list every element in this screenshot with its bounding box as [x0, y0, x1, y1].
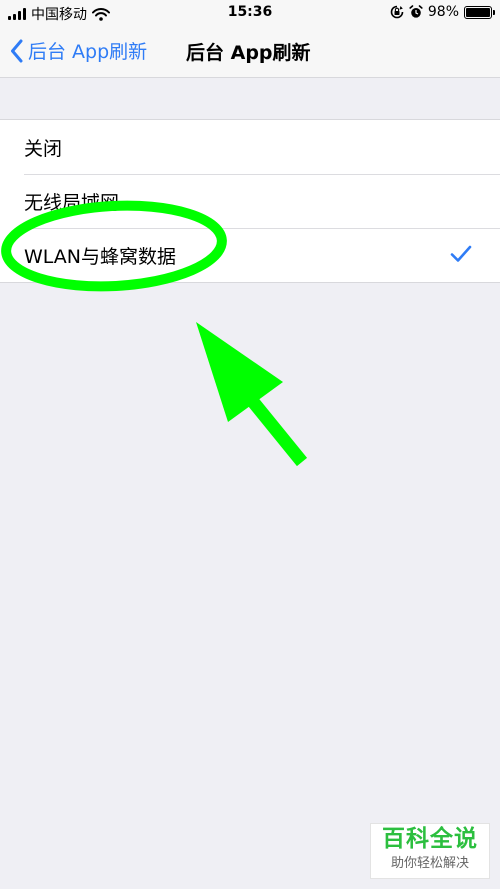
annotation-overlay [1, 200, 308, 467]
watermark-logo: 百科全说 助你轻松解决 [370, 823, 490, 879]
settings-screen: 中国移动 15:36 98% 后台 App刷新 后台 App刷新 关闭 无线局域… [0, 0, 500, 889]
watermark-tagline: 助你轻松解决 [390, 856, 469, 871]
watermark-brand: 百科全说 [382, 826, 478, 852]
arrow-icon [196, 322, 308, 467]
highlight-ellipse [1, 200, 227, 292]
